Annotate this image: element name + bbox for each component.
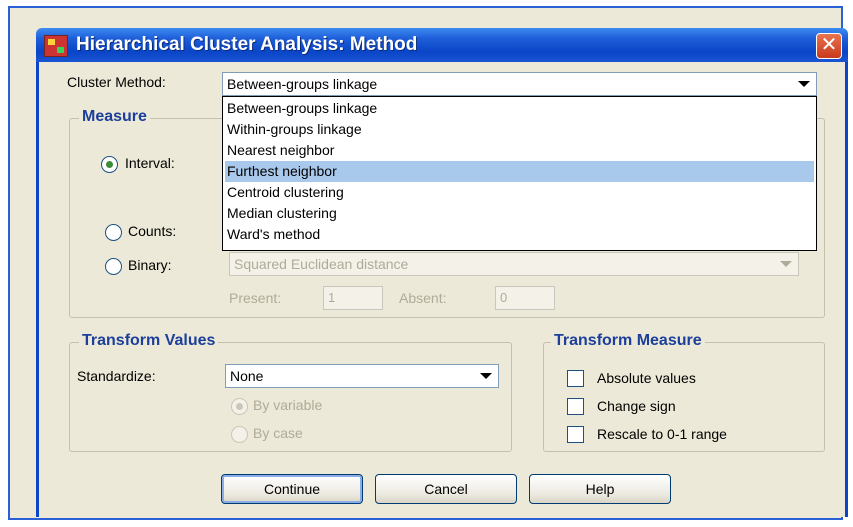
measure-title: Measure xyxy=(79,108,150,126)
absolute-values-checkbox[interactable] xyxy=(567,370,584,387)
dropdown-option[interactable]: Between-groups linkage xyxy=(225,98,814,119)
standardize-combo[interactable]: None xyxy=(225,364,499,388)
counts-label: Counts: xyxy=(128,223,177,239)
binary-measure-value: Squared Euclidean distance xyxy=(234,256,409,272)
continue-button[interactable]: Continue xyxy=(221,474,363,504)
dropdown-option[interactable]: Median clustering xyxy=(225,203,814,224)
chevron-down-icon[interactable] xyxy=(480,373,492,379)
title-bar[interactable]: Hierarchical Cluster Analysis: Method ✕ xyxy=(36,28,848,62)
close-button[interactable]: ✕ xyxy=(816,33,842,59)
binary-measure-combo[interactable]: Squared Euclidean distance xyxy=(229,252,799,276)
by-case-radio[interactable] xyxy=(231,426,248,443)
change-sign-label: Change sign xyxy=(597,398,676,414)
cluster-method-combo[interactable]: Between-groups linkage xyxy=(222,72,817,96)
dropdown-option[interactable]: Ward's method xyxy=(225,224,814,245)
cancel-button[interactable]: Cancel xyxy=(375,474,517,504)
standardize-value: None xyxy=(230,368,264,384)
window-title: Hierarchical Cluster Analysis: Method xyxy=(76,34,418,55)
cluster-method-dropdown[interactable]: Between-groups linkage Within-groups lin… xyxy=(222,96,817,251)
absolute-values-label: Absolute values xyxy=(597,370,696,386)
by-case-label: By case xyxy=(253,425,303,441)
absent-label: Absent: xyxy=(399,290,447,306)
dropdown-option-highlighted[interactable]: Furthest neighbor xyxy=(225,161,814,182)
present-field[interactable]: 1 xyxy=(323,286,383,310)
app-icon xyxy=(44,35,68,57)
chevron-down-icon[interactable] xyxy=(780,261,792,267)
rescale-checkbox[interactable] xyxy=(567,426,584,443)
dropdown-option[interactable]: Centroid clustering xyxy=(225,182,814,203)
binary-radio[interactable] xyxy=(105,258,122,275)
by-variable-label: By variable xyxy=(253,397,323,413)
dialog-body: Cluster Method: Between-groups linkage M… xyxy=(36,62,848,517)
transform-values-title: Transform Values xyxy=(79,332,219,350)
interval-radio[interactable] xyxy=(101,156,118,173)
transform-measure-title: Transform Measure xyxy=(551,332,705,350)
dropdown-option[interactable]: Nearest neighbor xyxy=(225,140,814,161)
counts-radio[interactable] xyxy=(105,224,122,241)
present-label: Present: xyxy=(229,290,282,306)
by-variable-radio[interactable] xyxy=(231,398,248,415)
help-button[interactable]: Help xyxy=(529,474,671,504)
interval-label: Interval: xyxy=(125,155,175,171)
standardize-label: Standardize: xyxy=(77,368,156,384)
binary-label: Binary: xyxy=(128,257,172,273)
absent-field[interactable]: 0 xyxy=(495,286,555,310)
rescale-label: Rescale to 0-1 range xyxy=(597,426,727,442)
dropdown-option[interactable]: Within-groups linkage xyxy=(225,119,814,140)
chevron-down-icon[interactable] xyxy=(798,81,810,87)
cluster-method-label: Cluster Method: xyxy=(67,74,166,90)
change-sign-checkbox[interactable] xyxy=(567,398,584,415)
cluster-method-value: Between-groups linkage xyxy=(227,76,378,92)
